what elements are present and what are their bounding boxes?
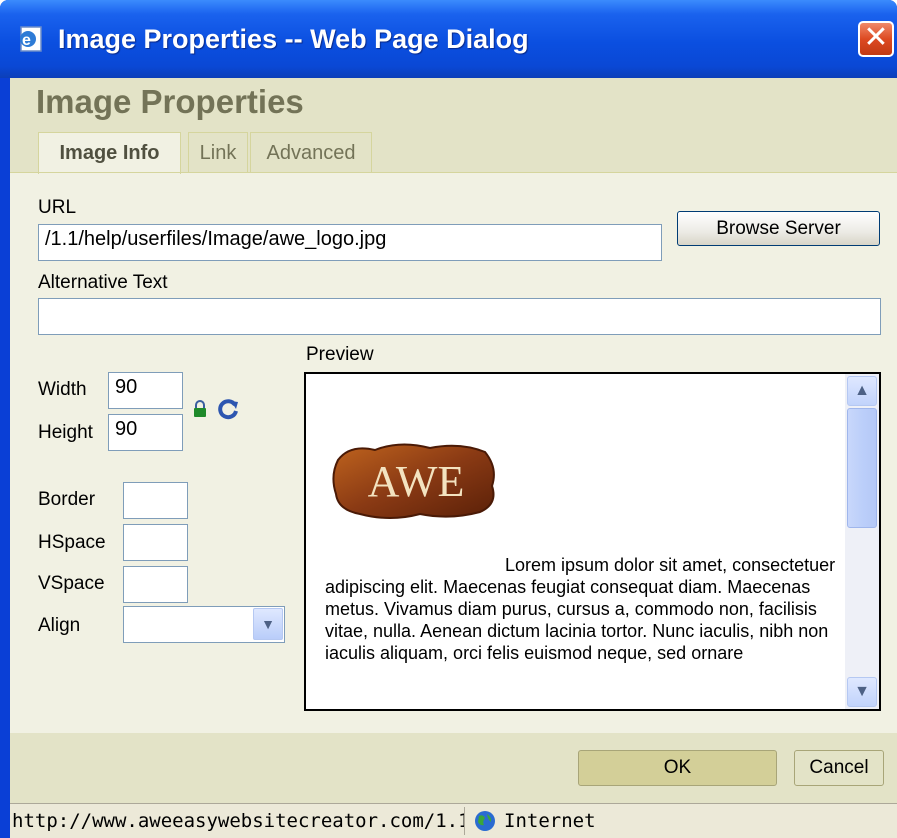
- reset-size-icon[interactable]: [218, 398, 240, 420]
- preview-text: Lorem ipsum dolor sit amet, consectetuer…: [325, 555, 836, 663]
- status-zone-label: Internet: [504, 810, 596, 832]
- close-icon[interactable]: ✕: [858, 21, 894, 57]
- tab-advanced[interactable]: Advanced: [250, 132, 372, 173]
- status-bar: http://www.aweeasywebsitecreator.com/1.1…: [10, 803, 897, 838]
- title-bar[interactable]: e Image Properties -- Web Page Dialog ✕: [0, 0, 897, 78]
- dropdown-arrow-icon[interactable]: ▼: [253, 608, 283, 640]
- awe-logo-text: AWE: [368, 457, 465, 506]
- alt-text-label: Alternative Text: [38, 272, 168, 293]
- scroll-up-icon[interactable]: ▲: [847, 376, 877, 406]
- hspace-input[interactable]: [123, 524, 188, 561]
- width-label: Width: [38, 379, 87, 400]
- dialog-body: Image Properties Image Info Link Advance…: [10, 78, 897, 838]
- align-select[interactable]: ▼: [123, 606, 285, 643]
- dialog-footer: OK Cancel: [10, 733, 897, 803]
- dialog-header: Image Properties Image Info Link Advance…: [10, 78, 897, 174]
- tab-image-info[interactable]: Image Info: [38, 132, 181, 174]
- preview-pane[interactable]: AWE Lorem ipsum dolor sit amet, consecte…: [304, 372, 881, 711]
- border-label: Border: [38, 489, 96, 510]
- window-title: Image Properties -- Web Page Dialog: [58, 24, 529, 54]
- align-label: Align: [38, 615, 81, 636]
- url-label: URL: [38, 197, 77, 218]
- status-url: http://www.aweeasywebsitecreator.com/1.1…: [10, 807, 465, 835]
- url-input[interactable]: /1.1/help/userfiles/Image/awe_logo.jpg: [38, 224, 662, 261]
- scroll-thumb[interactable]: [847, 408, 877, 528]
- preview-scrollbar[interactable]: ▲ ▼: [845, 374, 879, 709]
- alt-text-input[interactable]: [38, 298, 881, 335]
- svg-text:e: e: [22, 32, 31, 49]
- preview-label: Preview: [306, 344, 374, 365]
- vspace-label: VSpace: [38, 573, 105, 594]
- height-label: Height: [38, 422, 93, 443]
- status-zone: Internet: [470, 807, 897, 835]
- lock-ratio-icon[interactable]: [192, 400, 208, 418]
- vspace-input[interactable]: [123, 566, 188, 603]
- scroll-down-icon[interactable]: ▼: [847, 677, 877, 707]
- internet-globe-icon: [475, 811, 495, 831]
- width-input[interactable]: 90: [108, 372, 183, 409]
- border-input[interactable]: [123, 482, 188, 519]
- hspace-label: HSpace: [38, 532, 106, 553]
- awe-logo-image: AWE: [332, 443, 495, 519]
- ok-button[interactable]: OK: [578, 750, 777, 786]
- tab-link[interactable]: Link: [188, 132, 248, 173]
- ie-page-icon: e: [20, 26, 42, 52]
- dialog-heading: Image Properties: [36, 83, 304, 120]
- cancel-button[interactable]: Cancel: [794, 750, 884, 786]
- browse-server-button[interactable]: Browse Server: [677, 211, 880, 246]
- tabs-divider: [10, 172, 897, 173]
- dialog-window: e Image Properties -- Web Page Dialog ✕ …: [0, 0, 897, 838]
- height-input[interactable]: 90: [108, 414, 183, 451]
